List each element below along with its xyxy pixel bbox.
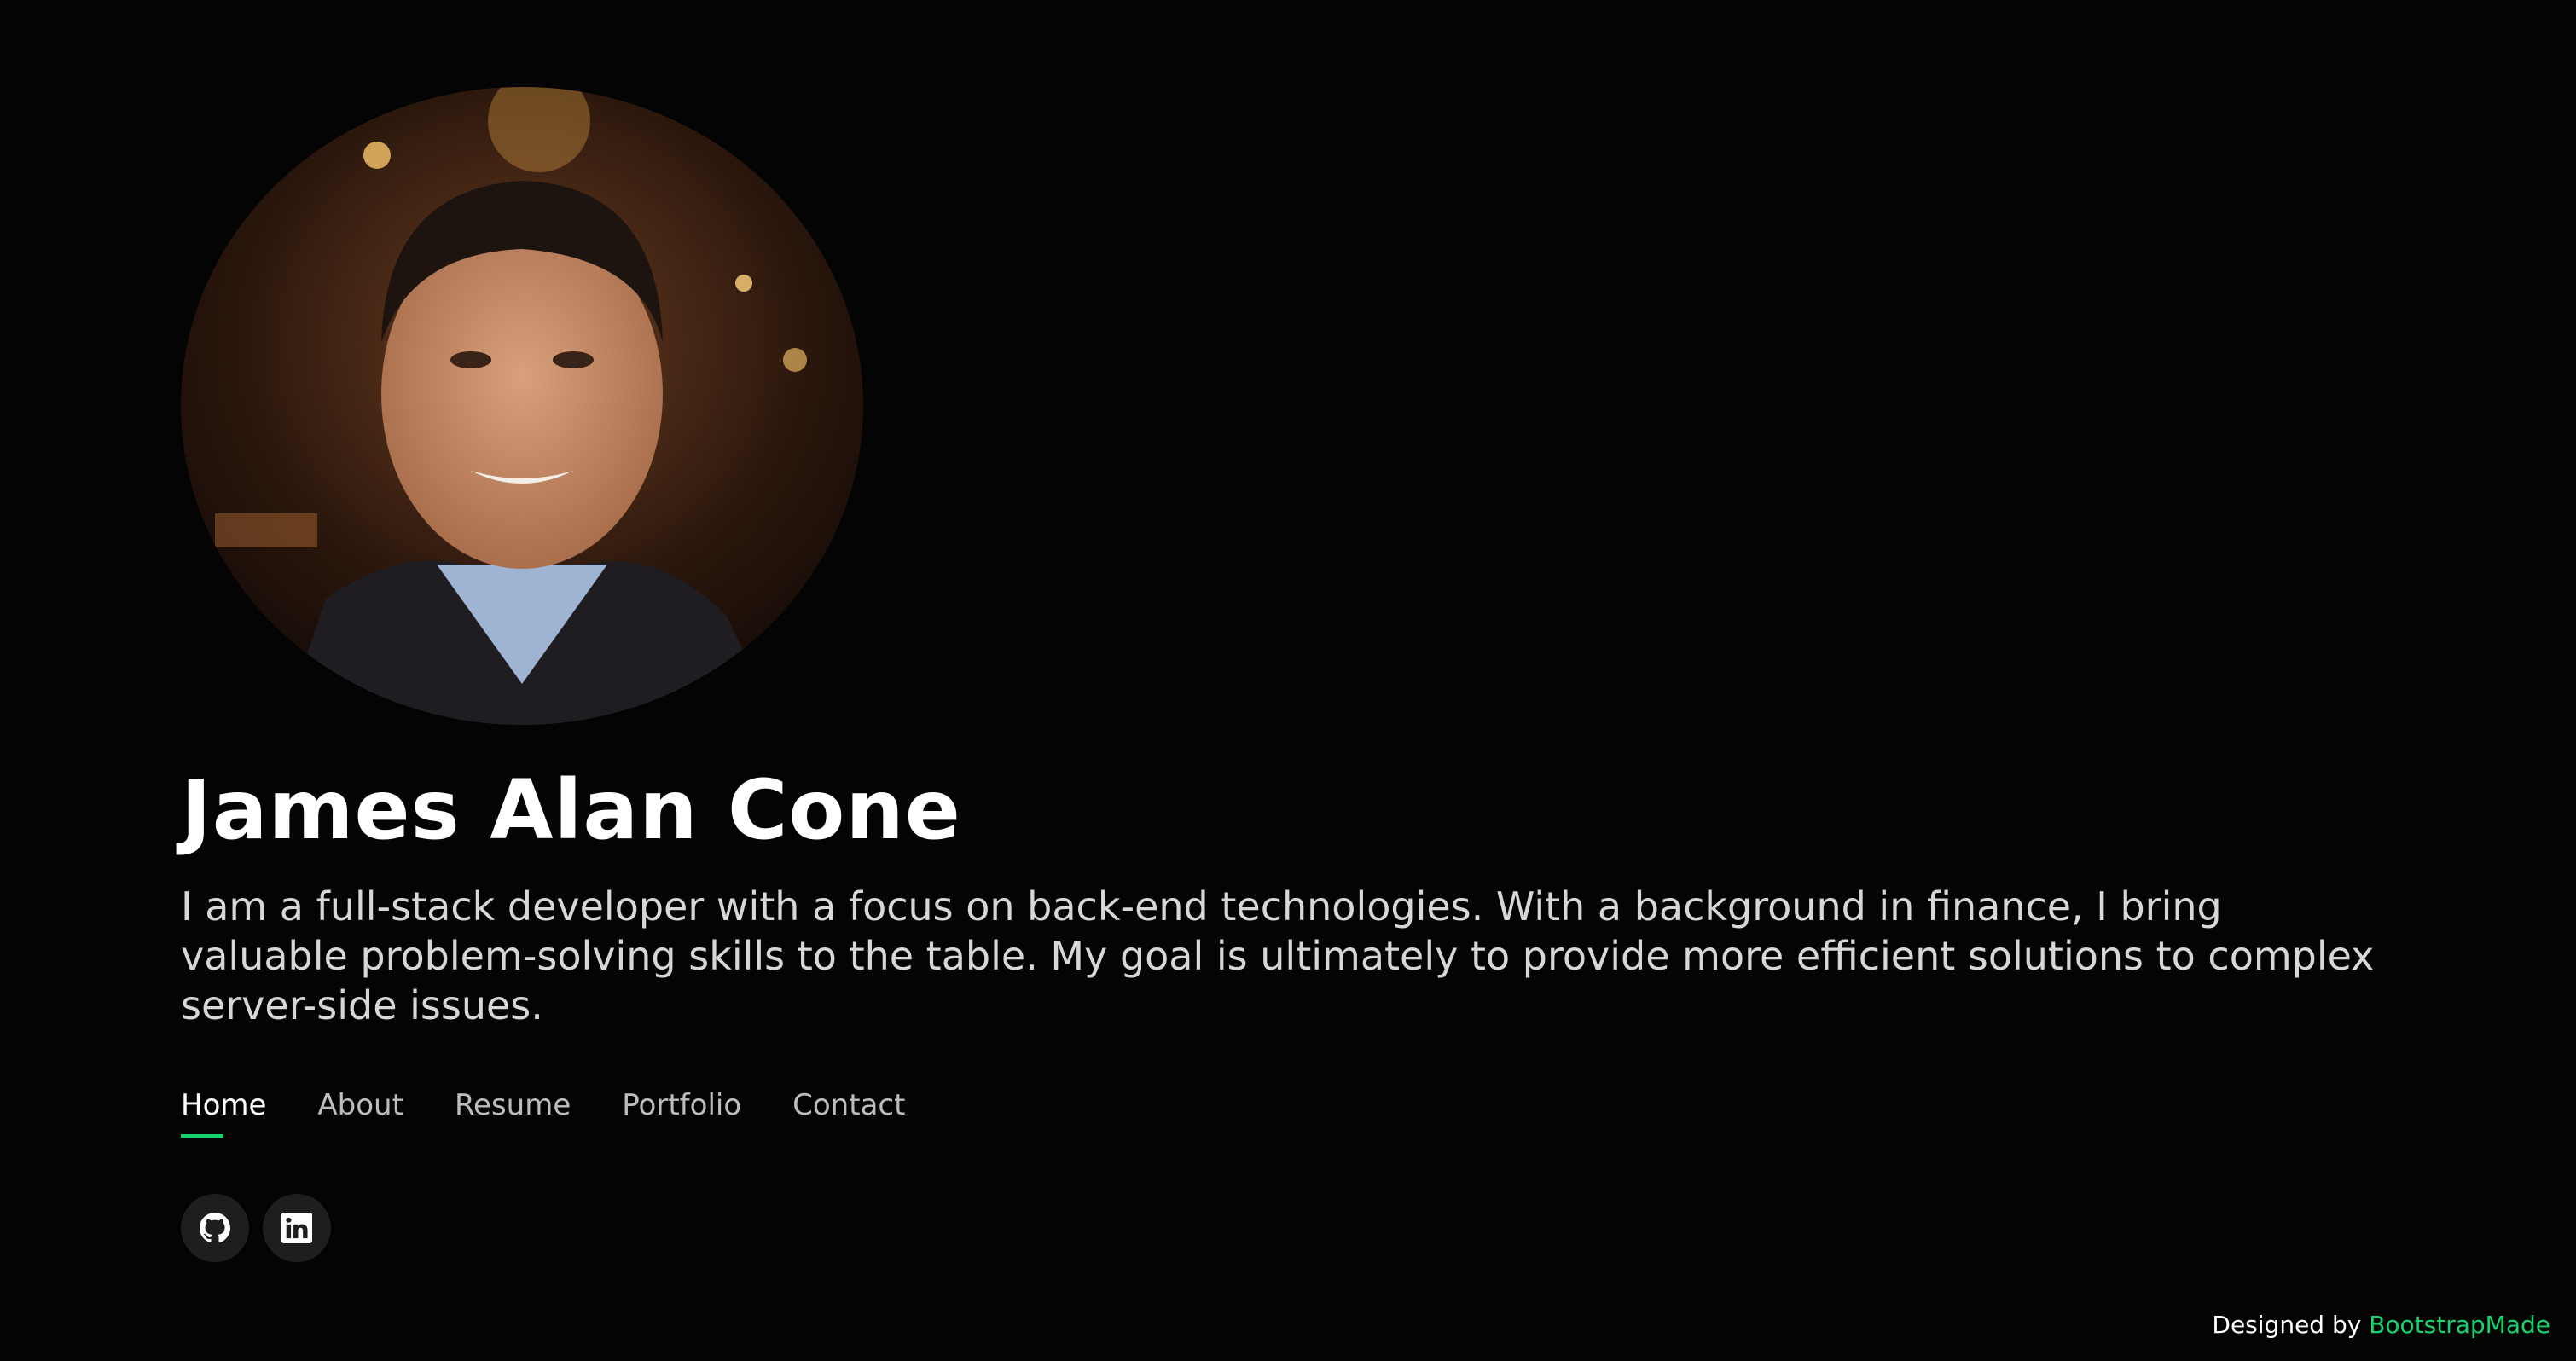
hero-section: James Alan Cone I am a full-stack develo…: [181, 87, 2433, 1262]
nav-about[interactable]: About: [317, 1088, 403, 1138]
linkedin-link[interactable]: [263, 1193, 331, 1262]
profile-bio: I am a full-stack developer with a focus…: [181, 883, 2375, 1028]
nav-home[interactable]: Home: [181, 1088, 266, 1138]
main-nav: Home About Resume Portfolio Contact: [181, 1088, 2433, 1138]
github-icon: [200, 1212, 230, 1242]
nav-portfolio[interactable]: Portfolio: [622, 1088, 741, 1138]
nav-contact[interactable]: Contact: [792, 1088, 905, 1138]
profile-name: James Alan Cone: [181, 762, 961, 858]
linkedin-icon: [281, 1212, 312, 1243]
bootstrapmade-link[interactable]: BootstrapMade: [2369, 1311, 2550, 1339]
footer-credits: Designed by BootstrapMade: [2212, 1311, 2550, 1339]
social-links: [181, 1193, 2433, 1262]
profile-photo: [181, 87, 863, 725]
github-link[interactable]: [181, 1193, 249, 1262]
credits-prefix: Designed by: [2212, 1311, 2362, 1339]
nav-resume[interactable]: Resume: [455, 1088, 571, 1138]
